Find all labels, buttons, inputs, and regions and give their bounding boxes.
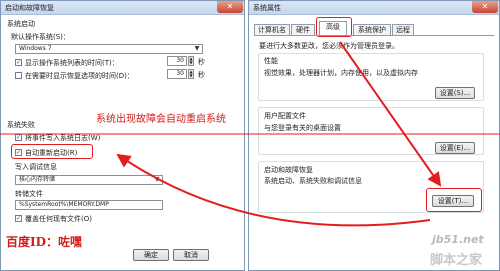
watermark-site: jb51.net — [432, 233, 484, 246]
baidu-id-annotation: 百度ID：咗嘿 — [6, 235, 83, 249]
tab-to-settings-arrow — [339, 41, 442, 187]
settings-to-checkbox-arrow — [116, 153, 431, 227]
watermark-name: 脚本之家 — [430, 253, 483, 268]
restart-annotation: 系统出现故障会自动重启系统 — [96, 114, 226, 125]
annotation-arrows — [0, 41, 500, 227]
